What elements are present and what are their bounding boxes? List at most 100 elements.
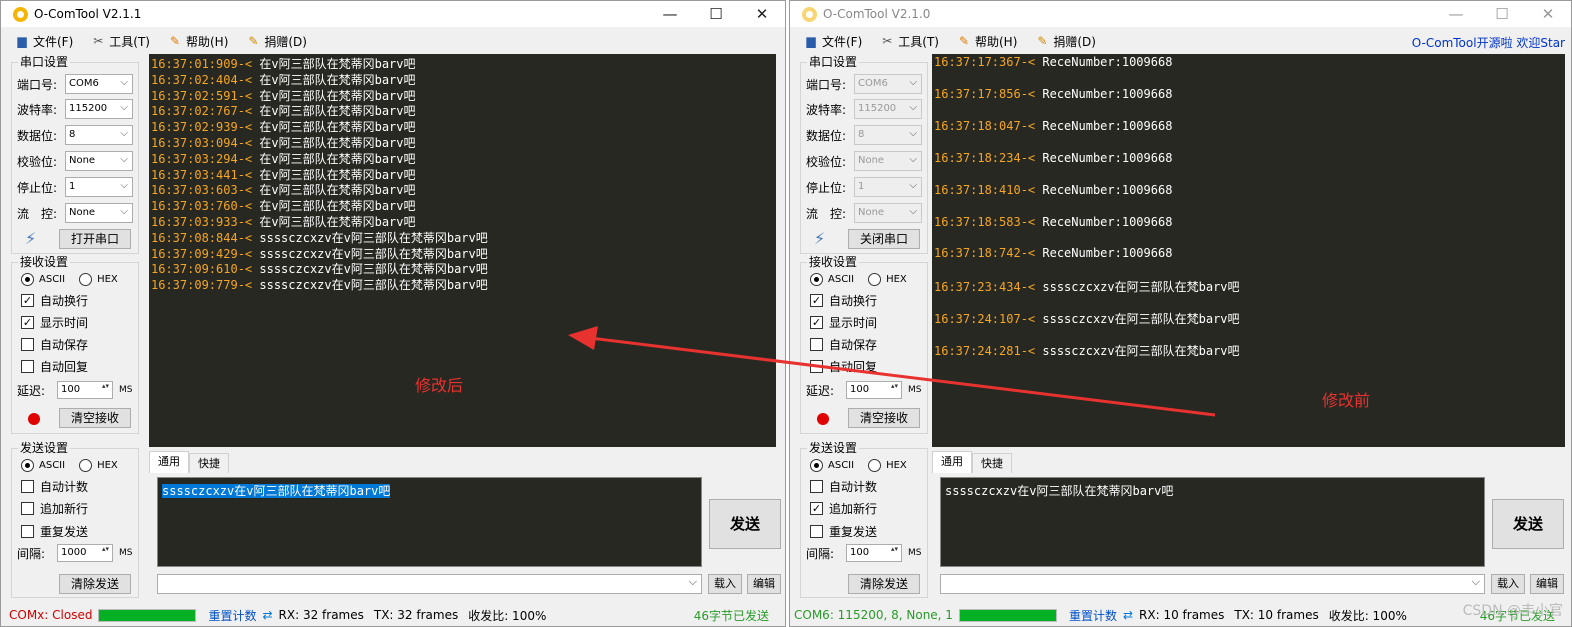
parity-select[interactable]: None bbox=[854, 151, 922, 171]
show-time-checkbox[interactable]: ✓ bbox=[21, 315, 34, 329]
receive-log-area[interactable]: 16:37:01:909-< 在v阿三部队在梵蒂冈barv吧 16:37:02:4… bbox=[149, 54, 776, 447]
open-source-link[interactable]: O-ComTool开源啦 欢迎Star bbox=[1412, 34, 1565, 51]
clear-send-button[interactable]: 清除发送 bbox=[848, 574, 920, 594]
baud-select[interactable]: 115200 bbox=[65, 99, 133, 119]
repeat-send-checkbox[interactable] bbox=[21, 524, 34, 538]
menu-file[interactable]: ▆ 文件(F) bbox=[804, 33, 862, 50]
append-newline-checkbox[interactable]: ✓ bbox=[810, 501, 823, 515]
delay-spinner[interactable]: 100 bbox=[57, 381, 113, 399]
recv-ascii-radio[interactable] bbox=[21, 272, 34, 286]
tab-quick[interactable]: 快捷 bbox=[189, 453, 229, 473]
show-time-checkbox[interactable]: ✓ bbox=[810, 315, 823, 329]
recv-hex-radio[interactable] bbox=[868, 272, 882, 286]
send-ascii-radio[interactable] bbox=[810, 458, 823, 472]
send-input[interactable]: ssssczcxzv在v阿三部队在梵蒂冈barv吧 bbox=[940, 477, 1485, 567]
port-status: COMx: Closed bbox=[9, 608, 93, 622]
menu-tools[interactable]: ✂ 工具(T) bbox=[880, 33, 939, 50]
menu-donate[interactable]: ✎ 捐赠(D) bbox=[246, 33, 307, 50]
auto-save-checkbox[interactable] bbox=[810, 337, 823, 351]
edit-button[interactable]: 编辑 bbox=[1530, 574, 1564, 594]
ratio: 收发比: 100% bbox=[468, 608, 547, 623]
log-message: 在v阿三部队在梵蒂冈barv吧 bbox=[252, 72, 416, 87]
databits-select[interactable]: 8 bbox=[65, 125, 133, 145]
port-select[interactable]: COM6 bbox=[65, 74, 133, 94]
log-message: 在v阿三部队在梵蒂冈barv吧 bbox=[252, 215, 416, 229]
databits-select[interactable]: 8 bbox=[854, 125, 922, 145]
repeat-send-label: 重复发送 bbox=[829, 524, 878, 539]
send-hex-radio[interactable] bbox=[868, 458, 882, 472]
clear-send-button[interactable]: 清除发送 bbox=[59, 574, 131, 594]
auto-count-label: 自动计数 bbox=[829, 479, 878, 494]
parity-select[interactable]: None bbox=[65, 151, 133, 171]
clear-receive-button[interactable]: 清空接收 bbox=[59, 408, 131, 428]
auto-save-checkbox[interactable] bbox=[21, 337, 34, 351]
auto-newline-checkbox[interactable]: ✓ bbox=[21, 293, 34, 307]
port-select[interactable]: COM6 bbox=[854, 74, 922, 94]
repeat-send-checkbox[interactable] bbox=[810, 524, 823, 538]
log-message: 在v阿三部队在梵蒂冈barv吧 bbox=[252, 183, 416, 198]
tab-general[interactable]: 通用 bbox=[149, 451, 189, 473]
auto-count-checkbox[interactable] bbox=[810, 479, 823, 493]
append-newline-checkbox[interactable] bbox=[21, 501, 34, 515]
send-ascii-radio[interactable] bbox=[21, 458, 34, 472]
open-port-button[interactable]: 打开串口 bbox=[59, 229, 131, 249]
log-message: ssssczcxzv在v阿三部队在梵蒂冈barv吧 bbox=[252, 262, 488, 277]
auto-count-checkbox[interactable] bbox=[21, 479, 34, 493]
close-icon[interactable]: ✕ bbox=[739, 1, 785, 27]
auto-reply-checkbox[interactable] bbox=[810, 359, 823, 373]
baud-select[interactable]: 115200 bbox=[854, 99, 922, 119]
flow-select[interactable]: None bbox=[854, 203, 922, 223]
load-button[interactable]: 载入 bbox=[1491, 574, 1525, 594]
send-input[interactable]: ssssczcxzv在v阿三部队在梵蒂冈barv吧 bbox=[157, 477, 702, 567]
reset-count-link[interactable]: 重置计数 bbox=[208, 607, 256, 624]
log-timestamp: 16:37:18:742-< bbox=[934, 246, 1036, 261]
close-port-button[interactable]: 关闭串口 bbox=[848, 229, 920, 249]
close-icon[interactable]: ✕ bbox=[1525, 1, 1571, 27]
auto-newline-checkbox[interactable]: ✓ bbox=[810, 293, 823, 307]
maximize-icon[interactable]: ☐ bbox=[693, 1, 739, 27]
edit-button[interactable]: 编辑 bbox=[747, 574, 781, 594]
delay-spinner[interactable]: 100 bbox=[846, 381, 902, 399]
auto-reply-checkbox[interactable] bbox=[21, 359, 34, 373]
receive-log-area[interactable]: 16:37:17:367-< ReceNumber:1009668 16:37:1… bbox=[932, 54, 1565, 447]
log-line: 16:37:03:760-< 在v阿三部队在梵蒂冈barv吧 bbox=[151, 197, 416, 214]
clear-receive-button[interactable]: 清空接收 bbox=[848, 408, 920, 428]
recv-hex-radio[interactable] bbox=[79, 272, 93, 286]
stopbits-select[interactable]: 1 bbox=[854, 177, 922, 197]
tab-quick[interactable]: 快捷 bbox=[972, 453, 1012, 473]
minimize-icon[interactable]: — bbox=[647, 1, 693, 27]
send-hex-radio[interactable] bbox=[79, 458, 93, 472]
menu-file[interactable]: ▆ 文件(F) bbox=[15, 33, 73, 50]
load-button[interactable]: 载入 bbox=[708, 574, 742, 594]
delay-label: 延迟: bbox=[806, 383, 835, 398]
interval-spinner[interactable]: 100 bbox=[846, 544, 902, 562]
log-message: 在v阿三部队在梵蒂冈barv吧 bbox=[252, 167, 416, 182]
log-timestamp: 16:37:24:107-< bbox=[934, 312, 1036, 327]
send-history-select[interactable] bbox=[157, 574, 702, 594]
maximize-icon[interactable]: ☐ bbox=[1479, 1, 1525, 27]
send-button[interactable]: 发送 bbox=[709, 499, 781, 549]
send-history-select[interactable] bbox=[940, 574, 1485, 594]
flow-select[interactable]: None bbox=[65, 203, 133, 223]
menu-help[interactable]: ✎ 帮助(H) bbox=[957, 33, 1017, 50]
log-timestamp: 16:37:09:610-< bbox=[151, 262, 253, 277]
log-line: 16:37:03:294-< 在v阿三部队在梵蒂冈barv吧 bbox=[151, 150, 416, 167]
log-timestamp: 16:37:03:294-< bbox=[151, 151, 253, 166]
app-window-right: O-ComTool V2.1.0 — ☐ ✕ ▆ 文件(F) ✂ 工具(T) ✎ 帮助… bbox=[789, 0, 1572, 627]
log-line: 16:37:09:610-< ssssczcxzv在v阿三部队在梵蒂冈barv吧 bbox=[151, 260, 488, 277]
auto-reply-label: 自动回复 bbox=[829, 359, 878, 374]
tab-general[interactable]: 通用 bbox=[932, 451, 972, 473]
log-message: 在v阿三部队在梵蒂冈barv吧 bbox=[252, 151, 416, 166]
recv-ascii-radio[interactable] bbox=[810, 272, 823, 286]
menu-tools[interactable]: ✂ 工具(T) bbox=[91, 33, 150, 50]
log-line: 16:37:03:933-< 在v阿三部队在梵蒂冈barv吧 bbox=[151, 213, 416, 230]
interval-spinner[interactable]: 1000 bbox=[57, 544, 113, 562]
record-indicator-icon bbox=[28, 413, 40, 425]
send-button[interactable]: 发送 bbox=[1492, 499, 1564, 549]
log-message: ssssczcxzv在阿三部队在梵barv吧 bbox=[1035, 280, 1240, 295]
menu-help[interactable]: ✎ 帮助(H) bbox=[168, 33, 228, 50]
stopbits-select[interactable]: 1 bbox=[65, 177, 133, 197]
minimize-icon[interactable]: — bbox=[1433, 1, 1479, 27]
menu-donate[interactable]: ✎ 捐赠(D) bbox=[1035, 33, 1096, 50]
reset-count-link[interactable]: 重置计数 bbox=[1069, 607, 1117, 624]
